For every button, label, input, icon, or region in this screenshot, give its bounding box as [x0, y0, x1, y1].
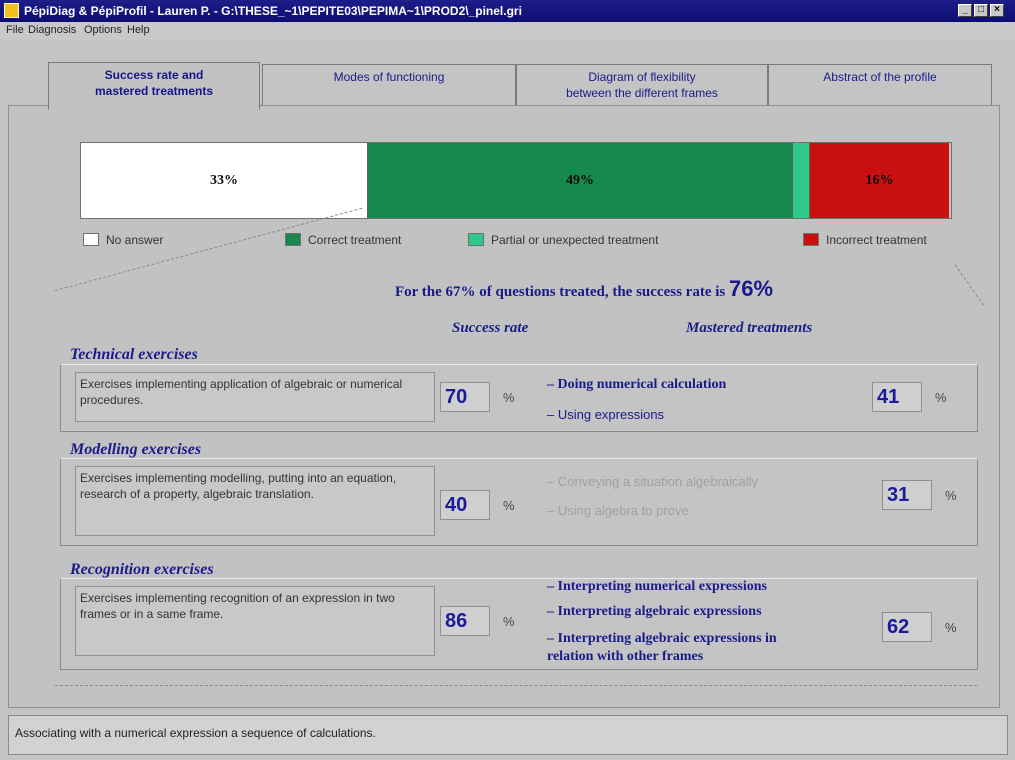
section-title-recognition: Recognition exercises	[70, 561, 214, 578]
legend-correct: Correct treatment	[308, 233, 402, 247]
legend-swatch-no-answer	[83, 233, 99, 246]
tab-success-rate[interactable]: Success rate and mastered treatments	[48, 62, 260, 110]
success-rate-unit-modelling: %	[503, 498, 515, 513]
mastered-unit-technical: %	[935, 390, 947, 405]
success-rate-technical: 70	[440, 382, 490, 412]
success-rate-unit-technical: %	[503, 390, 515, 405]
mastered-technical: 41	[872, 382, 922, 412]
close-button[interactable]: ×	[990, 4, 1004, 17]
status-bar: Associating with a numerical expression …	[8, 715, 1008, 755]
legend-swatch-correct	[285, 233, 301, 246]
success-rate-modelling: 40	[440, 490, 490, 520]
bar-segment-partial	[792, 143, 809, 218]
column-mastered-treatments: Mastered treatments	[686, 320, 813, 336]
treatment-technical-2: – Using expressions	[547, 407, 665, 422]
section-title-technical: Technical exercises	[70, 346, 198, 363]
menu-file[interactable]: File	[6, 24, 24, 36]
status-text: Associating with a numerical expression …	[15, 726, 376, 740]
section-title-modelling: Modelling exercises	[70, 441, 202, 458]
bar-segment-no-answer: 33%	[81, 143, 367, 218]
treatment-recognition-2: – Interpreting algebraic expressions	[547, 604, 762, 619]
menu-bar: File Diagnosis Options Help	[0, 22, 1015, 40]
treatment-technical-1: – Doing numerical calculation	[547, 377, 727, 392]
treatment-modelling-1: – Conveying a situation algebraically	[547, 474, 759, 489]
mastered-recognition: 62	[882, 612, 932, 642]
mastered-unit-modelling: %	[945, 488, 957, 503]
treatment-modelling-2: – Using algebra to prove	[547, 503, 689, 518]
results-bar: 33% 49% 16%	[80, 142, 952, 219]
mastered-modelling: 31	[882, 480, 932, 510]
bar-segment-correct: 49%	[367, 143, 792, 218]
tab-abstract-of-profile[interactable]: Abstract of the profile	[768, 64, 992, 108]
legend-swatch-partial	[468, 233, 484, 246]
legend-no-answer: No answer	[106, 233, 164, 247]
app-icon	[4, 3, 19, 18]
summary-text: For the 67% of questions treated, the su…	[395, 284, 726, 300]
tab-diagram-of-flexibility[interactable]: Diagram of flexibility between the diffe…	[516, 64, 768, 108]
mastered-unit-recognition: %	[945, 620, 957, 635]
title-bar: PépiDiag & PépiProfil - Lauren P. - G:\T…	[0, 0, 1015, 22]
menu-options[interactable]: Options	[84, 24, 122, 36]
success-summary: For the 67% of questions treated, the su…	[395, 276, 773, 302]
section-description-modelling: Exercises implementing modelling, puttin…	[75, 466, 435, 536]
summary-value: 76%	[728, 276, 774, 301]
bar-segment-incorrect: 16%	[809, 143, 949, 218]
menu-help[interactable]: Help	[127, 24, 150, 36]
section-description-recognition: Exercises implementing recognition of an…	[75, 586, 435, 656]
treatment-recognition-1: – Interpreting numerical expressions	[547, 579, 767, 594]
maximize-button[interactable]: □	[974, 4, 988, 17]
window-title: PépiDiag & PépiProfil - Lauren P. - G:\T…	[24, 4, 522, 18]
success-rate-recognition: 86	[440, 606, 490, 636]
legend-partial: Partial or unexpected treatment	[491, 233, 659, 247]
legend-swatch-incorrect	[803, 233, 819, 246]
treatment-recognition-3: – Interpreting algebraic expressions in …	[547, 631, 777, 664]
legend-incorrect: Incorrect treatment	[826, 233, 927, 247]
menu-diagnosis[interactable]: Diagnosis	[28, 24, 76, 36]
tab-modes-of-functioning[interactable]: Modes of functioning	[262, 64, 516, 108]
success-rate-unit-recognition: %	[503, 614, 515, 629]
section-description-technical: Exercises implementing application of al…	[75, 372, 435, 422]
column-success-rate: Success rate	[452, 320, 529, 336]
minimize-button[interactable]: _	[958, 4, 972, 17]
frame-bottom-dash	[55, 685, 977, 686]
